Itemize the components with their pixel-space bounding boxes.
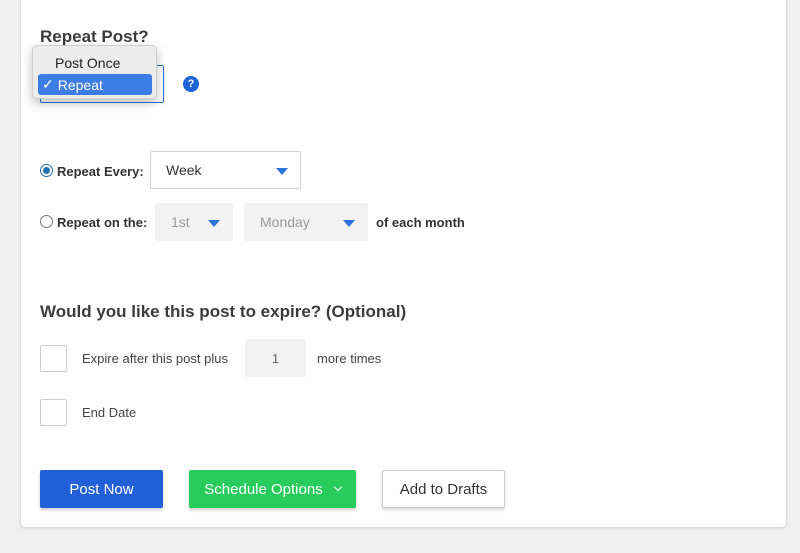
repeat-every-select[interactable]: Week (150, 151, 301, 189)
end-date-checkbox[interactable] (40, 399, 67, 426)
add-to-drafts-button[interactable]: Add to Drafts (382, 470, 505, 508)
chevron-down-icon (333, 482, 342, 492)
dropdown-option-repeat[interactable]: ✓ Repeat (38, 74, 152, 95)
ordinal-select[interactable]: 1st (155, 203, 233, 241)
end-date-label: End Date (82, 405, 137, 420)
help-icon[interactable]: ? (183, 76, 199, 92)
repeat-post-heading: Repeat Post? (40, 27, 149, 46)
repeat-dropdown-menu: Post Once ✓ Repeat (32, 45, 157, 99)
dropdown-caret-icon (208, 220, 220, 227)
dropdown-caret-icon (343, 220, 355, 227)
checkmark-icon: ✓ (42, 76, 54, 92)
dropdown-caret-icon (276, 168, 288, 175)
repeat-every-label: Repeat Every: (57, 164, 144, 179)
repeat-on-radio[interactable] (40, 215, 53, 228)
schedule-options-button[interactable]: Schedule Options (189, 470, 356, 508)
post-now-button[interactable]: Post Now (40, 470, 163, 508)
expire-count-input[interactable]: 1 (245, 339, 306, 377)
expire-after-label: Expire after this post plus (82, 351, 228, 366)
expire-after-checkbox[interactable] (40, 345, 67, 372)
expire-heading: Would you like this post to expire? (Opt… (40, 302, 407, 321)
each-month-label: of each month (376, 215, 465, 230)
dropdown-option-post-once[interactable]: Post Once (38, 52, 152, 73)
repeat-every-radio[interactable] (40, 164, 53, 177)
repeat-on-label: Repeat on the: (57, 215, 148, 230)
more-times-label: more times (317, 351, 382, 366)
weekday-select[interactable]: Monday (244, 203, 368, 241)
